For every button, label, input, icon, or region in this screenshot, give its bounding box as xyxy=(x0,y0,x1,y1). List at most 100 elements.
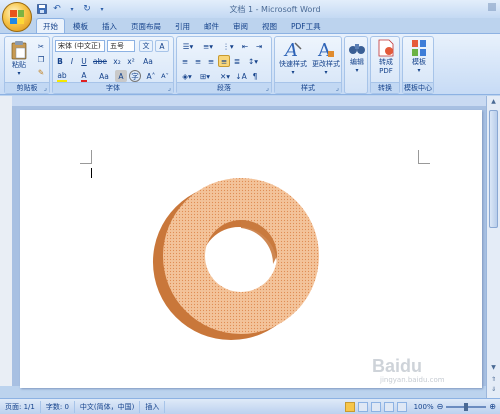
line-spacing-icon[interactable]: ↕▾ xyxy=(245,55,261,67)
font-size-field[interactable]: 五号 xyxy=(107,40,135,52)
multilevel-list-icon[interactable]: ⋮▾ xyxy=(219,40,237,52)
convert-group-label: 转换 xyxy=(371,82,399,93)
paragraph-group: ☰▾ ≡▾ ⋮▾ ⇤ ⇥ ≡ ≡ ≡ ≡ ≣ ↕▾ ◈▾ ⊞▾ ✕▾ ↓A ¶ … xyxy=(176,36,272,94)
office-button[interactable] xyxy=(2,2,32,32)
print-layout-icon[interactable] xyxy=(344,401,355,412)
subscript-button[interactable]: x₂ xyxy=(111,55,123,67)
vertical-ruler[interactable] xyxy=(0,96,12,386)
undo-dropdown-icon[interactable]: ▾ xyxy=(66,3,78,15)
zoom-slider-thumb[interactable] xyxy=(464,402,469,411)
template-group-label: 模板中心 xyxy=(403,82,433,93)
quick-styles-icon: A xyxy=(283,40,302,59)
strikethrough-button[interactable]: abe xyxy=(93,55,107,67)
paragraph-launcher-icon[interactable]: ⌟ xyxy=(266,84,269,92)
decrease-indent-icon[interactable]: ⇤ xyxy=(239,40,251,52)
underline-button[interactable]: U xyxy=(79,55,89,67)
zoom-level[interactable]: 100% xyxy=(414,403,434,411)
next-page-icon[interactable]: ⇓ xyxy=(489,386,498,395)
justify-icon[interactable]: ≡ xyxy=(218,55,230,67)
language-indicator[interactable]: 中文(简体，中国) xyxy=(75,400,141,413)
clear-format-icon[interactable]: Aa xyxy=(141,55,155,67)
change-case-icon[interactable]: Aa xyxy=(97,70,111,82)
horizontal-ruler[interactable] xyxy=(12,96,486,106)
tab-view[interactable]: 视图 xyxy=(256,18,283,34)
template-group: 模板 ▾ 模板中心 xyxy=(402,36,434,94)
highlight-button[interactable]: ab xyxy=(55,70,69,82)
font-name-field[interactable]: 宋体 (中文正) xyxy=(55,40,105,52)
tab-template[interactable]: 模板 xyxy=(67,18,94,34)
increase-indent-icon[interactable]: ⇥ xyxy=(253,40,265,52)
chinese-layout-icon[interactable]: ✕▾ xyxy=(217,70,233,82)
to-pdf-button[interactable]: 转成 PDF xyxy=(373,39,399,75)
vertical-scrollbar[interactable]: ▲ ▼ ⇑ ⇓ xyxy=(486,96,500,398)
document-page[interactable]: Baidu jingyan.baidu.com xyxy=(20,110,482,388)
paste-button[interactable]: 粘贴 ▾ xyxy=(8,40,30,77)
align-center-icon[interactable]: ≡ xyxy=(192,55,204,67)
insert-mode[interactable]: 插入 xyxy=(140,400,166,413)
char-border-icon[interactable]: A xyxy=(155,40,169,52)
italic-button[interactable]: I xyxy=(67,55,77,67)
zoom-slider[interactable] xyxy=(446,402,487,411)
redo-icon[interactable]: ↻ xyxy=(81,3,93,15)
tab-references[interactable]: 引用 xyxy=(169,18,196,34)
scroll-up-icon[interactable]: ▲ xyxy=(489,98,498,107)
full-screen-icon[interactable] xyxy=(357,401,368,412)
font-color-button[interactable]: A xyxy=(77,70,91,82)
cut-icon[interactable]: ✂ xyxy=(35,40,47,52)
edit-button[interactable]: 编辑 ▾ xyxy=(346,39,368,74)
align-left-icon[interactable]: ≡ xyxy=(179,55,191,67)
sort-icon[interactable]: ↓A xyxy=(235,70,247,82)
format-painter-icon[interactable]: ✎ xyxy=(35,66,47,78)
align-right-icon[interactable]: ≡ xyxy=(205,55,217,67)
window-controls[interactable] xyxy=(488,3,496,11)
status-bar: 页面: 1/1 字数: 0 中文(简体，中国) 插入 100% ⊖ ⊕ xyxy=(0,398,500,414)
template-button[interactable]: 模板 ▾ xyxy=(406,39,432,74)
crop-mark-top-right xyxy=(418,150,430,164)
zoom-out-icon[interactable]: ⊖ xyxy=(437,402,444,411)
tab-pdf-tools[interactable]: PDF工具 xyxy=(285,18,327,34)
enclose-char-icon[interactable]: 字 xyxy=(129,70,141,82)
copy-icon[interactable]: ❐ xyxy=(35,53,47,65)
scroll-down-icon[interactable]: ▼ xyxy=(489,364,498,373)
superscript-button[interactable]: x² xyxy=(125,55,137,67)
customize-qat-icon[interactable]: ▾ xyxy=(96,3,108,15)
bold-button[interactable]: B xyxy=(55,55,65,67)
numbering-icon[interactable]: ≡▾ xyxy=(199,40,217,52)
shading-icon[interactable]: ◈▾ xyxy=(179,70,195,82)
styles-group-label: 样式 xyxy=(275,82,341,93)
paste-label: 粘贴 xyxy=(12,61,26,69)
phonetic-guide-icon[interactable]: 文 xyxy=(139,40,153,52)
outline-icon[interactable] xyxy=(383,401,394,412)
text-cursor xyxy=(91,168,92,178)
web-layout-icon[interactable] xyxy=(370,401,381,412)
quick-styles-button[interactable]: A 快速样式 ▾ xyxy=(277,39,309,76)
undo-icon[interactable]: ↶ xyxy=(51,3,63,15)
font-launcher-icon[interactable]: ⌟ xyxy=(168,84,171,92)
styles-launcher-icon[interactable]: ⌟ xyxy=(336,84,339,92)
grow-font-icon[interactable]: A˄ xyxy=(145,70,157,82)
office-logo-icon xyxy=(10,10,24,24)
tab-page-layout[interactable]: 页面布局 xyxy=(125,18,167,34)
tab-insert[interactable]: 插入 xyxy=(96,18,123,34)
prev-page-icon[interactable]: ⇑ xyxy=(489,376,498,385)
tab-home[interactable]: 开始 xyxy=(36,18,65,34)
change-styles-icon: A xyxy=(317,40,334,59)
tab-review[interactable]: 审阅 xyxy=(227,18,254,34)
borders-icon[interactable]: ⊞▾ xyxy=(197,70,213,82)
char-shading-icon[interactable]: A xyxy=(115,70,127,82)
bullets-icon[interactable]: ☰▾ xyxy=(179,40,197,52)
distributed-icon[interactable]: ≣ xyxy=(231,55,243,67)
shrink-font-icon[interactable]: A˅ xyxy=(159,70,171,82)
zoom-in-icon[interactable]: ⊕ xyxy=(489,402,496,411)
show-marks-icon[interactable]: ¶ xyxy=(249,70,261,82)
word-count[interactable]: 字数: 0 xyxy=(41,400,75,413)
clipboard-launcher-icon[interactable]: ⌟ xyxy=(44,84,47,92)
page-count[interactable]: 页面: 1/1 xyxy=(0,400,41,413)
ring-shape[interactable] xyxy=(145,174,320,349)
tab-mailings[interactable]: 邮件 xyxy=(198,18,225,34)
change-styles-button[interactable]: A 更改样式 ▾ xyxy=(310,39,342,76)
ribbon: 粘贴 ▾ ✂ ❐ ✎ 剪贴板 ⌟ 宋体 (中文正) 五号 文 A B I U a… xyxy=(0,33,500,95)
save-icon[interactable] xyxy=(36,3,48,15)
scroll-thumb[interactable] xyxy=(489,110,498,228)
draft-icon[interactable] xyxy=(396,401,407,412)
